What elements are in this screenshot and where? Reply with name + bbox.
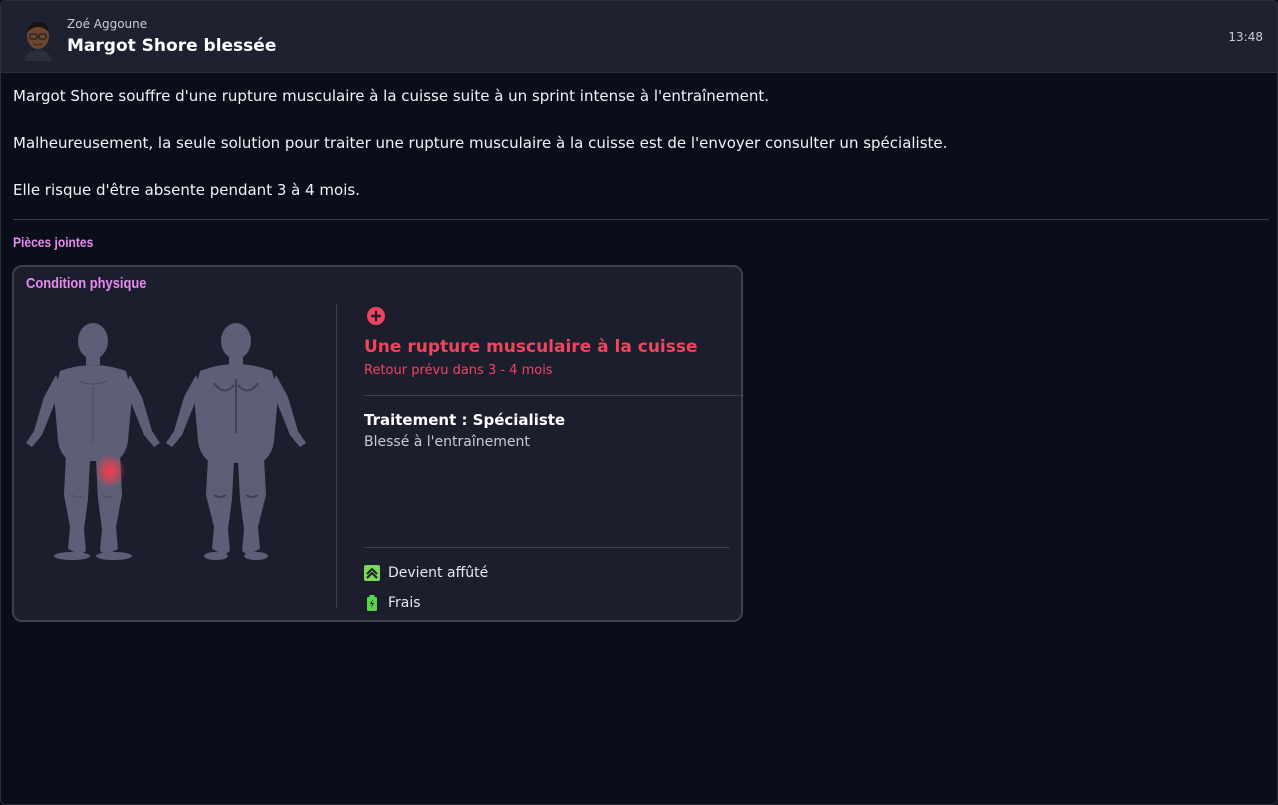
message-subject: Margot Shore blessée <box>67 36 277 56</box>
back-body-figure <box>166 323 306 560</box>
medical-plus-icon <box>367 307 385 325</box>
attachments-title: Pièces jointes <box>13 234 94 250</box>
status-fitness: Frais <box>364 593 421 613</box>
injury-return-estimate: Retour prévu dans 3 - 4 mois <box>364 363 553 378</box>
status-sharpness: Devient affûté <box>364 563 488 583</box>
card-vertical-divider <box>336 304 337 608</box>
message-paragraph: Malheureusement, la seule solution pour … <box>13 134 948 152</box>
section-divider <box>13 219 1269 220</box>
card-divider <box>364 395 744 396</box>
sharpness-up-icon <box>364 565 380 581</box>
injury-context: Blessé à l'entraînement <box>364 434 530 450</box>
avatar[interactable] <box>21 19 55 61</box>
message-time: 13:48 <box>1228 30 1263 44</box>
card-divider <box>364 547 730 548</box>
injury-highlight <box>95 454 125 488</box>
message-window: Zoé Aggoune Margot Shore blessée 13:48 M… <box>0 0 1278 805</box>
battery-full-icon <box>367 595 377 611</box>
physical-condition-card[interactable]: Condition physique Une rupture musculair… <box>12 265 744 622</box>
message-paragraph: Margot Shore souffre d'une rupture muscu… <box>13 87 770 105</box>
body-diagram <box>26 323 306 560</box>
status-label: Frais <box>388 595 421 611</box>
injury-name: Une rupture musculaire à la cuisse <box>364 337 698 357</box>
message-body: Margot Shore souffre d'une rupture muscu… <box>13 85 1263 226</box>
card-title: Condition physique <box>26 275 147 292</box>
message-paragraph: Elle risque d'être absente pendant 3 à 4… <box>13 181 360 199</box>
status-label: Devient affûté <box>388 565 489 581</box>
sender-name: Zoé Aggoune <box>67 17 148 31</box>
treatment-label: Traitement : Spécialiste <box>364 411 566 429</box>
message-header: Zoé Aggoune Margot Shore blessée 13:48 <box>1 1 1277 73</box>
